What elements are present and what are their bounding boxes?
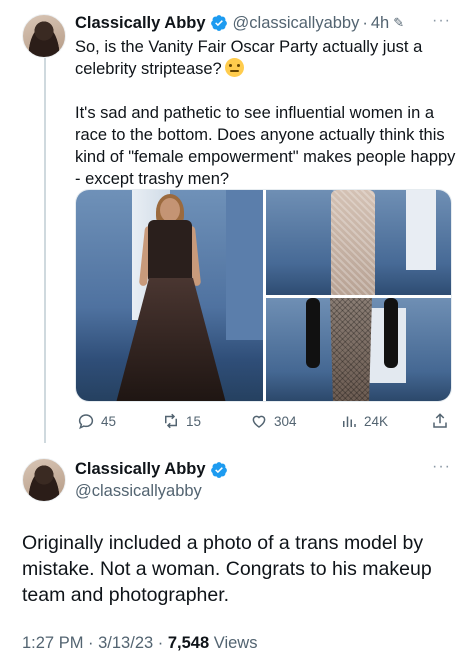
display-name[interactable]: Classically Abby — [75, 460, 206, 479]
tweet-date[interactable]: 3/13/23 — [98, 634, 153, 652]
handle[interactable]: @classicallyabby — [75, 482, 202, 501]
tweet-header: Classically Abby @classicallyabby · 4h ✎ — [75, 12, 455, 34]
tweet-media-grid[interactable] — [75, 189, 452, 402]
separator-dot: · — [153, 634, 168, 652]
media-photo-1[interactable] — [76, 190, 263, 401]
reply-button[interactable]: 45 — [77, 410, 116, 432]
tweet-metadata: 1:27 PM · 3/13/23 · 7,548 Views — [22, 634, 257, 653]
pencil-icon: ✎ — [393, 15, 405, 30]
separator-dot: · — [83, 634, 99, 652]
tweet-text: Originally included a photo of a trans m… — [22, 532, 432, 606]
verified-badge-icon — [210, 15, 227, 31]
retweet-button[interactable]: 15 — [162, 410, 201, 432]
tweet-time[interactable]: 1:27 PM — [22, 634, 83, 652]
media-photo-2[interactable] — [266, 190, 451, 295]
tweet-actions: 45 15 304 24K — [75, 410, 455, 432]
heart-icon — [252, 415, 266, 428]
avatar[interactable] — [22, 14, 66, 58]
separator-dot: · — [362, 13, 368, 32]
timestamp[interactable]: 4h — [371, 14, 389, 33]
reply-count: 45 — [101, 413, 117, 429]
tweet-header: Classically Abby — [75, 460, 228, 479]
reply-icon — [78, 414, 94, 430]
thinking-face-emoji-icon — [224, 58, 244, 77]
tweet-paragraph-2: It's sad and pathetic to see influential… — [75, 104, 456, 188]
handle[interactable]: @classicallyabby — [233, 14, 360, 33]
share-button[interactable] — [431, 410, 455, 432]
views-count: 7,548 — [167, 634, 210, 652]
analytics-icon — [343, 416, 356, 427]
views-count: 24K — [364, 413, 389, 429]
retweet-icon — [165, 413, 177, 429]
like-count: 304 — [274, 413, 297, 429]
views-label: Views — [209, 634, 258, 652]
verified-badge-icon — [210, 461, 227, 478]
tweet-line-1: So, is the Vanity Fair Oscar Party actua… — [75, 38, 423, 78]
thread-line — [44, 58, 46, 443]
tweet-paragraph-1: So, is the Vanity Fair Oscar Party actua… — [75, 36, 460, 80]
retweet-count: 15 — [186, 413, 202, 429]
media-photo-3[interactable] — [266, 298, 451, 401]
more-options-icon[interactable]: ··· — [432, 458, 451, 476]
share-icon — [433, 413, 447, 428]
display-name[interactable]: Classically Abby — [75, 14, 206, 33]
avatar[interactable] — [22, 458, 66, 502]
tweet-text: So, is the Vanity Fair Oscar Party actua… — [75, 36, 460, 190]
like-button[interactable]: 304 — [250, 410, 297, 432]
views-button[interactable]: 24K — [340, 410, 388, 432]
more-options-icon[interactable]: ··· — [432, 12, 451, 30]
